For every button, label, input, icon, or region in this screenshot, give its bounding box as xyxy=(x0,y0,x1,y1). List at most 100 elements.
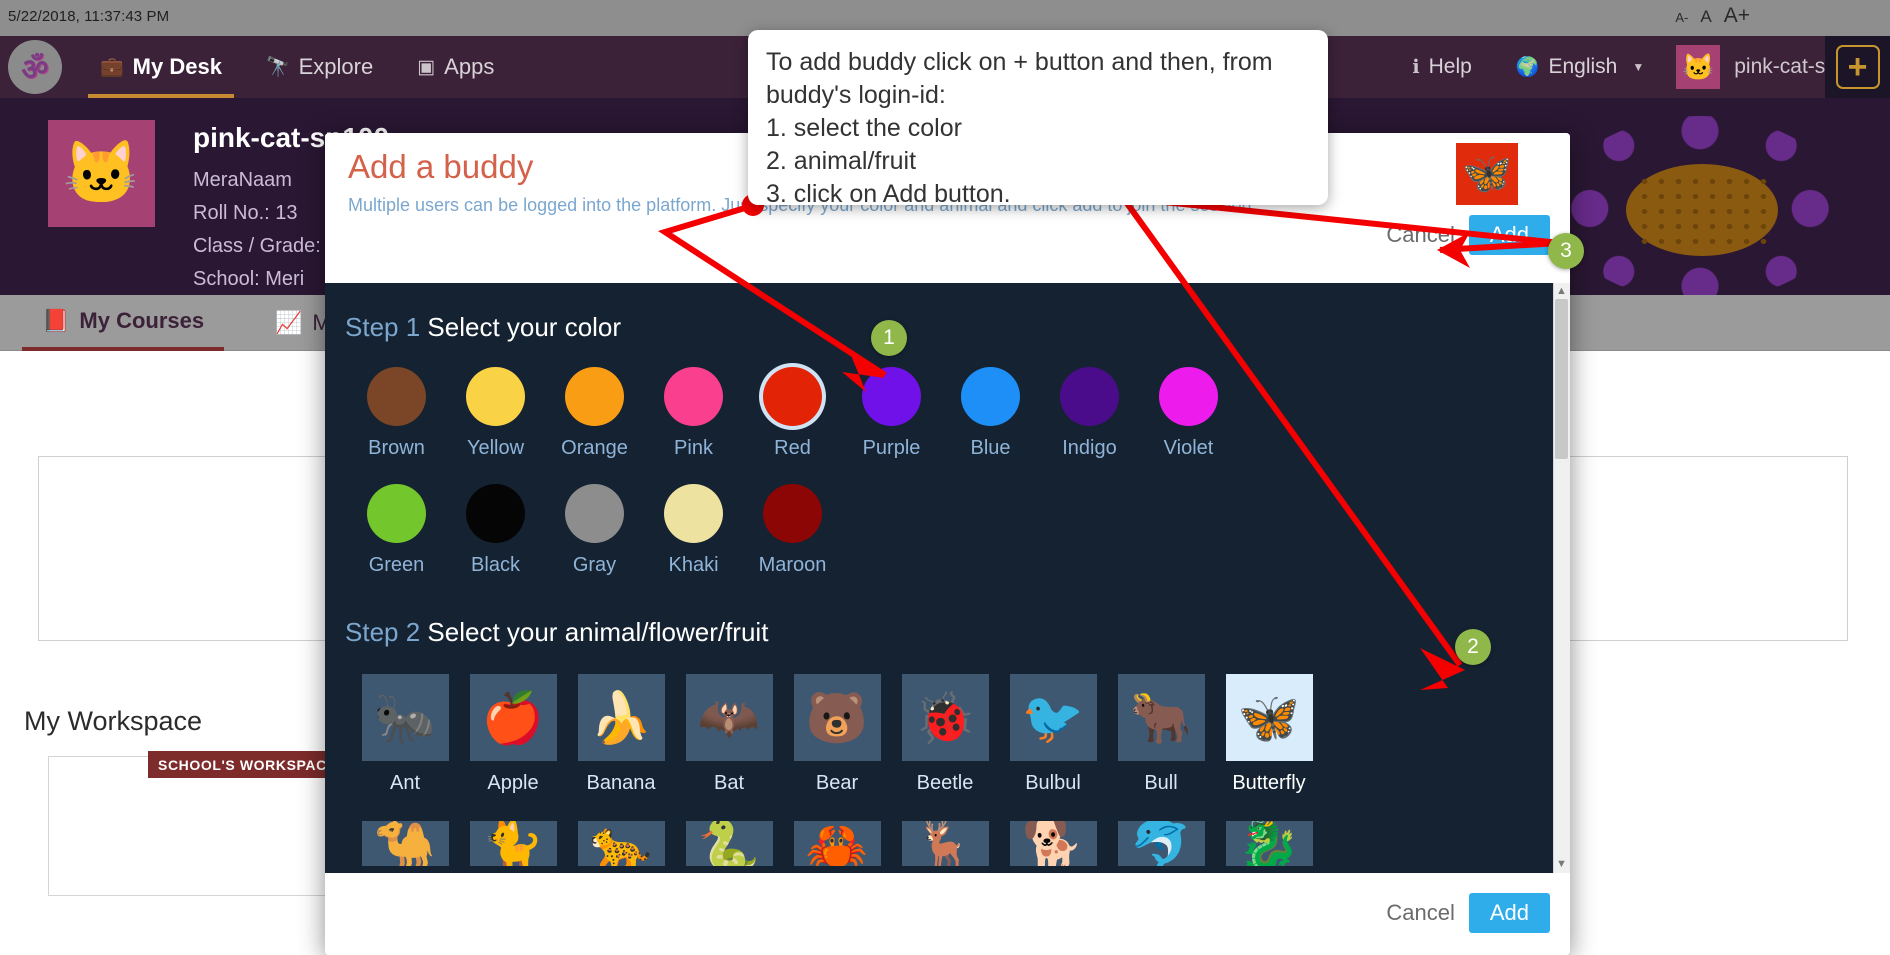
animal-option-banana[interactable]: 🍌 Banana xyxy=(567,674,675,795)
crab-icon[interactable]: 🦀 xyxy=(793,821,881,866)
dialog-scrollbar[interactable]: ▲ ▼ xyxy=(1553,283,1570,873)
animal-option-beetle[interactable]: 🐞 Beetle xyxy=(891,674,999,795)
scroll-down-icon[interactable]: ▼ xyxy=(1554,857,1569,872)
color-swatch[interactable] xyxy=(466,367,525,426)
cat-icon[interactable]: 🐈 xyxy=(469,821,557,866)
cheetah-icon[interactable]: 🐆 xyxy=(577,821,665,866)
dragon-icon[interactable]: 🐉 xyxy=(1225,821,1313,866)
font-increase-button[interactable]: A+ xyxy=(1724,4,1750,28)
animal-option-bat[interactable]: 🦇 Bat xyxy=(675,674,783,795)
color-swatch[interactable] xyxy=(763,484,822,543)
add-button-footer[interactable]: Add xyxy=(1468,893,1550,933)
brand-logo[interactable]: ॐ xyxy=(8,40,62,94)
color-swatch[interactable] xyxy=(565,484,624,543)
nav-item-language[interactable]: 🌍 English ▼ xyxy=(1494,36,1666,98)
color-option-khaki[interactable]: Khaki xyxy=(644,484,743,577)
color-option-purple[interactable]: Purple xyxy=(842,367,941,460)
color-label: Brown xyxy=(368,437,425,459)
profile-avatar: 🐱 xyxy=(48,120,155,227)
animal-option-cat[interactable]: 🐈 xyxy=(459,821,567,866)
font-decrease-button[interactable]: A- xyxy=(1675,10,1688,25)
color-option-orange[interactable]: Orange xyxy=(545,367,644,460)
scroll-up-icon[interactable]: ▲ xyxy=(1554,284,1569,299)
dog-icon[interactable]: 🐕 xyxy=(1009,821,1097,866)
color-option-brown[interactable]: Brown xyxy=(347,367,446,460)
nav-item-explore[interactable]: 🔭 Explore xyxy=(244,36,395,98)
animal-option-dog[interactable]: 🐕 xyxy=(999,821,1107,866)
info-icon: ℹ xyxy=(1412,56,1420,78)
bat-icon[interactable]: 🦇 xyxy=(685,674,773,761)
cancel-button[interactable]: Cancel xyxy=(1386,222,1454,248)
color-swatch[interactable] xyxy=(1060,367,1119,426)
color-option-black[interactable]: Black xyxy=(446,484,545,577)
color-swatch-selected[interactable] xyxy=(763,367,822,426)
color-swatch[interactable] xyxy=(862,367,921,426)
animal-option-apple[interactable]: 🍎 Apple xyxy=(459,674,567,795)
color-swatch[interactable] xyxy=(1159,367,1218,426)
animal-option-cheetah[interactable]: 🐆 xyxy=(567,821,675,866)
animal-option-cobra[interactable]: 🐍 xyxy=(675,821,783,866)
bull-icon[interactable]: 🐂 xyxy=(1117,674,1205,761)
color-swatch[interactable] xyxy=(466,484,525,543)
color-swatch[interactable] xyxy=(961,367,1020,426)
animal-option-deer[interactable]: 🦌 xyxy=(891,821,999,866)
camel-icon[interactable]: 🐪 xyxy=(361,821,449,866)
add-buddy-button[interactable]: + xyxy=(1825,36,1890,98)
deer-icon[interactable]: 🦌 xyxy=(901,821,989,866)
dialog-title: Add a buddy xyxy=(348,148,534,185)
nav-item-my-desk[interactable]: 💼 My Desk xyxy=(78,36,244,98)
font-reset-button[interactable]: A xyxy=(1700,7,1711,27)
profile-detail-platform: MeraNaam xyxy=(193,169,292,191)
banana-icon[interactable]: 🍌 xyxy=(577,674,665,761)
animal-option-dragon[interactable]: 🐉 xyxy=(1215,821,1323,866)
color-option-indigo[interactable]: Indigo xyxy=(1040,367,1139,460)
step1-label: Step 1 xyxy=(345,312,421,342)
cancel-button-footer[interactable]: Cancel xyxy=(1386,900,1454,926)
animal-option-camel[interactable]: 🐪 xyxy=(351,821,459,866)
animal-option-bear[interactable]: 🐻 Bear xyxy=(783,674,891,795)
animal-option-bull[interactable]: 🐂 Bull xyxy=(1107,674,1215,795)
bulbul-icon[interactable]: 🐦 xyxy=(1009,674,1097,761)
font-size-controls: A- A A+ xyxy=(1675,4,1750,28)
color-option-gray[interactable]: Gray xyxy=(545,484,644,577)
profile-detail-roll: Roll No.: 13 xyxy=(193,202,298,224)
butterfly-icon[interactable]: 🦋 xyxy=(1225,674,1313,761)
color-option-maroon[interactable]: Maroon xyxy=(743,484,842,577)
animal-grid-row-1: 🐜 Ant 🍎 Apple 🍌 Banana 🦇 Bat 🐻 Bear 🐞 Be… xyxy=(351,674,1570,795)
color-swatch[interactable] xyxy=(664,484,723,543)
color-option-red[interactable]: Red xyxy=(743,367,842,460)
animal-option-bulbul[interactable]: 🐦 Bulbul xyxy=(999,674,1107,795)
dialog-header: Add a buddy Multiple users can be logged… xyxy=(325,133,1570,283)
color-swatch[interactable] xyxy=(367,484,426,543)
color-label: Black xyxy=(471,554,520,576)
apple-icon[interactable]: 🍎 xyxy=(469,674,557,761)
cobra-icon[interactable]: 🐍 xyxy=(685,821,773,866)
animal-option-crab[interactable]: 🦀 xyxy=(783,821,891,866)
bear-icon[interactable]: 🐻 xyxy=(793,674,881,761)
nav-item-help[interactable]: ℹ Help xyxy=(1390,36,1493,98)
add-button[interactable]: Add xyxy=(1468,215,1550,255)
color-swatch[interactable] xyxy=(367,367,426,426)
animal-option-butterfly[interactable]: 🦋 Butterfly xyxy=(1215,674,1323,795)
color-option-pink[interactable]: Pink xyxy=(644,367,743,460)
scrollbar-thumb[interactable] xyxy=(1555,299,1568,459)
dolphin-icon[interactable]: 🐬 xyxy=(1117,821,1205,866)
globe-icon: 🌍 xyxy=(1515,57,1540,78)
color-swatch[interactable] xyxy=(565,367,624,426)
animal-option-dolphin[interactable]: 🐬 xyxy=(1107,821,1215,866)
animal-option-ant[interactable]: 🐜 Ant xyxy=(351,674,459,795)
color-option-green[interactable]: Green xyxy=(347,484,446,577)
briefcase-icon: 💼 xyxy=(100,57,124,78)
step2-label: Step 2 xyxy=(345,617,421,647)
beetle-icon[interactable]: 🐞 xyxy=(901,674,989,761)
nav-item-my-desk-label: My Desk xyxy=(132,54,222,79)
color-option-blue[interactable]: Blue xyxy=(941,367,1040,460)
color-option-yellow[interactable]: Yellow xyxy=(446,367,545,460)
animal-label: Apple xyxy=(487,772,539,794)
dialog-subtitle: Multiple users can be logged into the pl… xyxy=(348,195,1257,215)
color-option-violet[interactable]: Violet xyxy=(1139,367,1238,460)
tab-my-courses[interactable]: 📕 My Courses xyxy=(22,295,225,351)
nav-item-apps[interactable]: ▣ Apps xyxy=(395,36,516,98)
color-swatch[interactable] xyxy=(664,367,723,426)
ant-icon[interactable]: 🐜 xyxy=(361,674,449,761)
